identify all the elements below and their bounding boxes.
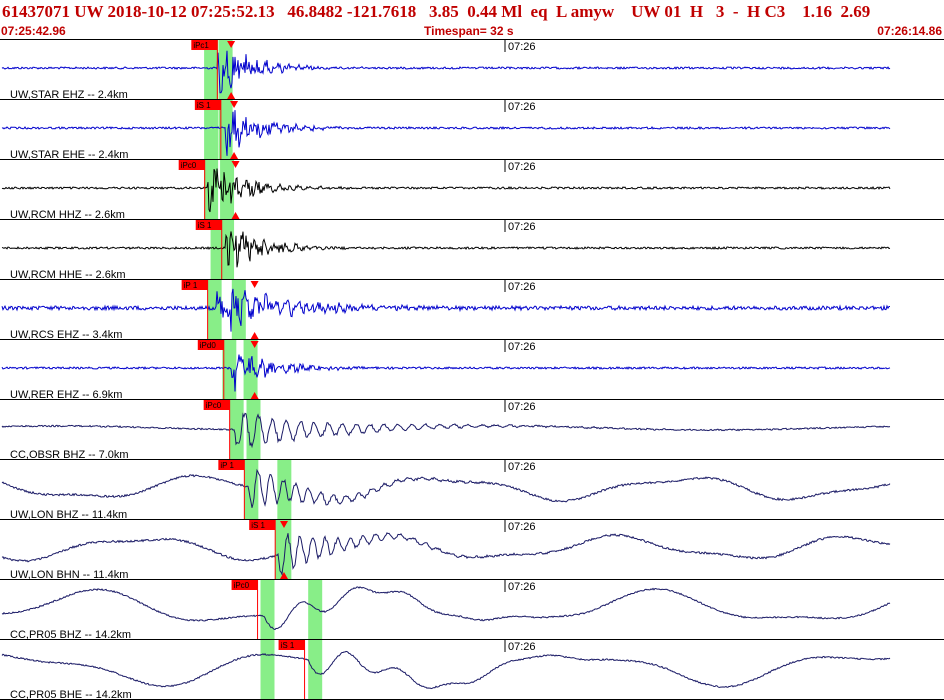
waveform	[1, 586, 891, 631]
time-label: 07:26	[508, 581, 536, 593]
time-label: 07:26	[508, 221, 536, 233]
pick-window	[246, 400, 261, 460]
trace-row[interactable]: 07:26iP 1UW,LON BHZ -- 11.4km	[0, 460, 944, 521]
pick-label: iS 1	[197, 101, 211, 110]
time-label: 07:26	[508, 641, 536, 653]
pick-window	[308, 580, 323, 640]
pick-window	[260, 580, 275, 640]
trace-row[interactable]: 07:26iS 1UW,RCM HHE -- 2.6km	[0, 220, 944, 281]
trace-row[interactable]: 07:26 iS 1 CC,PR05 BHE -- 14.2km	[0, 640, 944, 700]
time-label: 07:26	[508, 401, 536, 413]
seismogram-panel[interactable]: 07:26iPc1UW,STAR EHZ -- 2.4km07:26iS 1UW…	[0, 40, 944, 700]
pick-label: iPd0	[200, 341, 217, 350]
trace-row[interactable]: 07:26iS 1UW,STAR EHE -- 2.4km	[0, 100, 944, 161]
waveform	[1, 110, 891, 156]
waveform	[1, 168, 891, 213]
pick-window	[260, 640, 275, 700]
trace-row[interactable]: 07:26iPd0UW,RER EHZ -- 6.9km	[0, 340, 944, 401]
pick-label: iP 1	[220, 461, 234, 470]
pick-window	[277, 460, 292, 520]
trace-row[interactable]: 07:26iPc0CC,OBSR BHZ -- 7.0km	[0, 400, 944, 461]
pick-window	[277, 520, 292, 580]
start-time-label: 07:25:42.96	[1, 24, 66, 38]
pick-label: iPc0	[181, 161, 197, 170]
waveform	[1, 468, 891, 508]
pick-label: iPc1	[193, 41, 209, 50]
time-label: 07:26	[508, 461, 536, 473]
time-label: 07:26	[508, 161, 536, 173]
pick-label: iS 1	[198, 221, 212, 230]
pick-window	[244, 460, 259, 520]
event-title: 61437071 UW 2018-10-12 07:25:52.13 46.84…	[2, 2, 871, 21]
waveform	[1, 650, 891, 690]
time-label: 07:26	[508, 41, 536, 53]
end-time-label: 07:26:14.86	[877, 24, 942, 38]
time-label: 07:26	[508, 341, 536, 353]
arrival-marker-icon	[250, 332, 259, 339]
waveform	[1, 354, 891, 392]
waveform	[1, 288, 890, 332]
time-label: 07:26	[508, 101, 536, 113]
pick-label: iPc0	[234, 581, 250, 590]
trace-row[interactable]: 07:26iPc0UW,RCM HHZ -- 2.6km	[0, 160, 944, 221]
trace-row[interactable]: 07:26iS 1UW,LON BHN -- 11.4km	[0, 520, 944, 581]
pick-label: iPc0	[206, 401, 222, 410]
arrival-marker-icon	[250, 281, 259, 288]
pick-label: iS 1	[281, 641, 295, 650]
trace-row[interactable]: 07:26iPc0CC,PR05 BHZ -- 14.2km	[0, 580, 944, 641]
waveform	[1, 50, 891, 94]
waveform	[1, 532, 891, 577]
station-label: CC,PR05 BHE -- 14.2km	[10, 689, 132, 700]
time-label: 07:26	[508, 521, 536, 533]
pick-label: iP 1	[184, 281, 198, 290]
pick-window	[204, 160, 219, 220]
pick-window	[218, 40, 233, 100]
event-header: 61437071 UW 2018-10-12 07:25:52.13 46.84…	[0, 0, 944, 40]
pick-label: iS 1	[251, 521, 265, 530]
waveform	[1, 231, 891, 268]
time-label: 07:26	[508, 281, 536, 293]
trace-row[interactable]: 07:26iP 1UW,RCS EHZ -- 3.4km	[0, 280, 944, 341]
pick-window	[308, 640, 323, 700]
trace-row[interactable]: 07:26iPc1UW,STAR EHZ -- 2.4km	[0, 40, 944, 101]
waveform	[1, 412, 891, 449]
timespan-label: Timespan= 32 s	[424, 24, 514, 38]
